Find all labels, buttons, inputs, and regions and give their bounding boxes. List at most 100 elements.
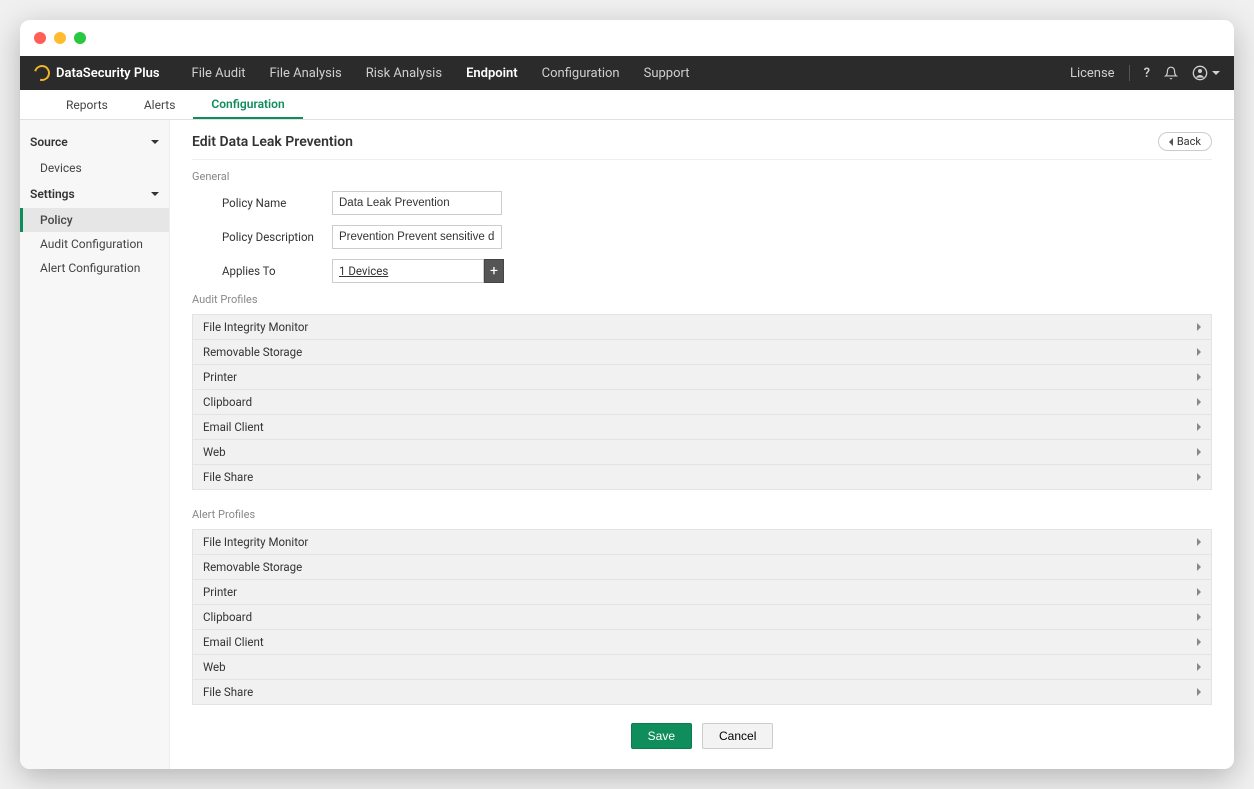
profile-row-label: File Integrity Monitor bbox=[203, 320, 308, 334]
audit-profile-row[interactable]: Printer bbox=[192, 365, 1212, 390]
window-titlebar bbox=[20, 20, 1234, 56]
sidebar-item[interactable]: Audit Configuration bbox=[20, 232, 169, 256]
chevron-down-icon bbox=[151, 192, 159, 196]
profile-row-label: File Share bbox=[203, 470, 253, 484]
main-content: Edit Data Leak Prevention Back General P… bbox=[170, 120, 1234, 769]
sidebar: Source Devices Settings PolicyAudit Conf… bbox=[20, 120, 170, 769]
back-button[interactable]: Back bbox=[1158, 132, 1212, 151]
save-button[interactable]: Save bbox=[631, 723, 692, 749]
audit-profile-row[interactable]: Web bbox=[192, 440, 1212, 465]
alert-profile-row[interactable]: Email Client bbox=[192, 630, 1212, 655]
profile-row-label: Email Client bbox=[203, 420, 264, 434]
applies-to-label: Applies To bbox=[192, 264, 332, 278]
page-title: Edit Data Leak Prevention bbox=[192, 134, 353, 150]
brand-logo[interactable]: DataSecurity Plus bbox=[34, 65, 160, 81]
bell-icon[interactable] bbox=[1164, 66, 1178, 80]
topnav-item[interactable]: Endpoint bbox=[454, 56, 530, 90]
chevron-down-icon bbox=[151, 140, 159, 144]
chevron-right-icon bbox=[1197, 373, 1201, 381]
sidebar-source-header[interactable]: Source bbox=[20, 128, 169, 156]
top-nav: DataSecurity Plus File AuditFile Analysi… bbox=[20, 56, 1234, 90]
divider bbox=[1129, 65, 1130, 81]
chevron-right-icon bbox=[1197, 323, 1201, 331]
footer-actions: Save Cancel bbox=[192, 723, 1212, 749]
topnav-item[interactable]: Configuration bbox=[530, 56, 632, 90]
chevron-right-icon bbox=[1197, 588, 1201, 596]
profile-row-label: File Share bbox=[203, 685, 253, 699]
profile-row-label: Email Client bbox=[203, 635, 264, 649]
user-menu[interactable] bbox=[1192, 65, 1220, 81]
minimize-window-icon[interactable] bbox=[54, 32, 66, 44]
help-icon[interactable]: ? bbox=[1144, 66, 1150, 81]
chevron-right-icon bbox=[1197, 688, 1201, 696]
chevron-right-icon bbox=[1197, 538, 1201, 546]
sidebar-item[interactable]: Policy bbox=[20, 208, 169, 232]
policy-desc-input[interactable] bbox=[332, 225, 502, 249]
audit-profile-row[interactable]: File Integrity Monitor bbox=[192, 314, 1212, 340]
chevron-right-icon bbox=[1197, 423, 1201, 431]
chevron-right-icon bbox=[1197, 663, 1201, 671]
chevron-right-icon bbox=[1197, 398, 1201, 406]
subnav-tab[interactable]: Reports bbox=[48, 90, 126, 119]
general-section-label: General bbox=[192, 170, 1212, 183]
alert-profile-row[interactable]: Clipboard bbox=[192, 605, 1212, 630]
profile-row-label: Clipboard bbox=[203, 395, 252, 409]
alert-profile-row[interactable]: File Integrity Monitor bbox=[192, 529, 1212, 555]
license-link[interactable]: License bbox=[1070, 66, 1115, 81]
chevron-down-icon bbox=[1212, 71, 1220, 75]
chevron-right-icon bbox=[1197, 563, 1201, 571]
sidebar-item[interactable]: Devices bbox=[20, 156, 169, 180]
app-window: DataSecurity Plus File AuditFile Analysi… bbox=[20, 20, 1234, 769]
maximize-window-icon[interactable] bbox=[74, 32, 86, 44]
applies-to-row: Applies To 1 Devices + bbox=[192, 259, 1212, 283]
sidebar-settings-label: Settings bbox=[30, 187, 75, 201]
alert-profile-row[interactable]: Web bbox=[192, 655, 1212, 680]
chevron-left-icon bbox=[1169, 138, 1173, 146]
audit-profiles-label: Audit Profiles bbox=[192, 293, 1212, 306]
alert-profile-row[interactable]: Printer bbox=[192, 580, 1212, 605]
policy-desc-label: Policy Description bbox=[192, 230, 332, 244]
main-header: Edit Data Leak Prevention Back bbox=[192, 132, 1212, 160]
audit-profile-row[interactable]: Email Client bbox=[192, 415, 1212, 440]
applies-to-link[interactable]: 1 Devices bbox=[332, 259, 484, 283]
add-device-button[interactable]: + bbox=[484, 259, 504, 283]
brand-ring-icon bbox=[31, 62, 53, 84]
profile-row-label: Printer bbox=[203, 370, 237, 384]
chevron-right-icon bbox=[1197, 638, 1201, 646]
back-label: Back bbox=[1177, 135, 1201, 148]
subnav-tab[interactable]: Alerts bbox=[126, 90, 194, 119]
sidebar-settings-header[interactable]: Settings bbox=[20, 180, 169, 208]
alert-profiles-label: Alert Profiles bbox=[192, 508, 1212, 521]
audit-profiles-group: File Integrity Monitor Removable Storage P… bbox=[192, 314, 1212, 490]
topnav-right: License ? bbox=[1070, 65, 1220, 81]
sidebar-item[interactable]: Alert Configuration bbox=[20, 256, 169, 280]
policy-name-row: Policy Name bbox=[192, 191, 1212, 215]
sub-nav: ReportsAlertsConfiguration bbox=[20, 90, 1234, 120]
alert-profiles-group: File Integrity Monitor Removable Storage P… bbox=[192, 529, 1212, 705]
chevron-right-icon bbox=[1197, 613, 1201, 621]
sidebar-source-label: Source bbox=[30, 135, 68, 149]
topnav-item[interactable]: File Analysis bbox=[257, 56, 353, 90]
audit-profile-row[interactable]: File Share bbox=[192, 465, 1212, 490]
chevron-right-icon bbox=[1197, 473, 1201, 481]
profile-row-label: Removable Storage bbox=[203, 560, 302, 574]
profile-row-label: Web bbox=[203, 660, 226, 674]
brand-text: DataSecurity Plus bbox=[56, 66, 160, 81]
topnav-item[interactable]: Risk Analysis bbox=[354, 56, 454, 90]
audit-profile-row[interactable]: Removable Storage bbox=[192, 340, 1212, 365]
close-window-icon[interactable] bbox=[34, 32, 46, 44]
profile-row-label: File Integrity Monitor bbox=[203, 535, 308, 549]
profile-row-label: Removable Storage bbox=[203, 345, 302, 359]
alert-profile-row[interactable]: Removable Storage bbox=[192, 555, 1212, 580]
subnav-tab[interactable]: Configuration bbox=[193, 90, 302, 119]
profile-row-label: Clipboard bbox=[203, 610, 252, 624]
cancel-button[interactable]: Cancel bbox=[702, 723, 773, 749]
policy-name-input[interactable] bbox=[332, 191, 502, 215]
policy-desc-row: Policy Description bbox=[192, 225, 1212, 249]
body: Source Devices Settings PolicyAudit Conf… bbox=[20, 120, 1234, 769]
alert-profile-row[interactable]: File Share bbox=[192, 680, 1212, 705]
topnav-item[interactable]: Support bbox=[632, 56, 702, 90]
chevron-right-icon bbox=[1197, 348, 1201, 356]
audit-profile-row[interactable]: Clipboard bbox=[192, 390, 1212, 415]
topnav-item[interactable]: File Audit bbox=[180, 56, 258, 90]
